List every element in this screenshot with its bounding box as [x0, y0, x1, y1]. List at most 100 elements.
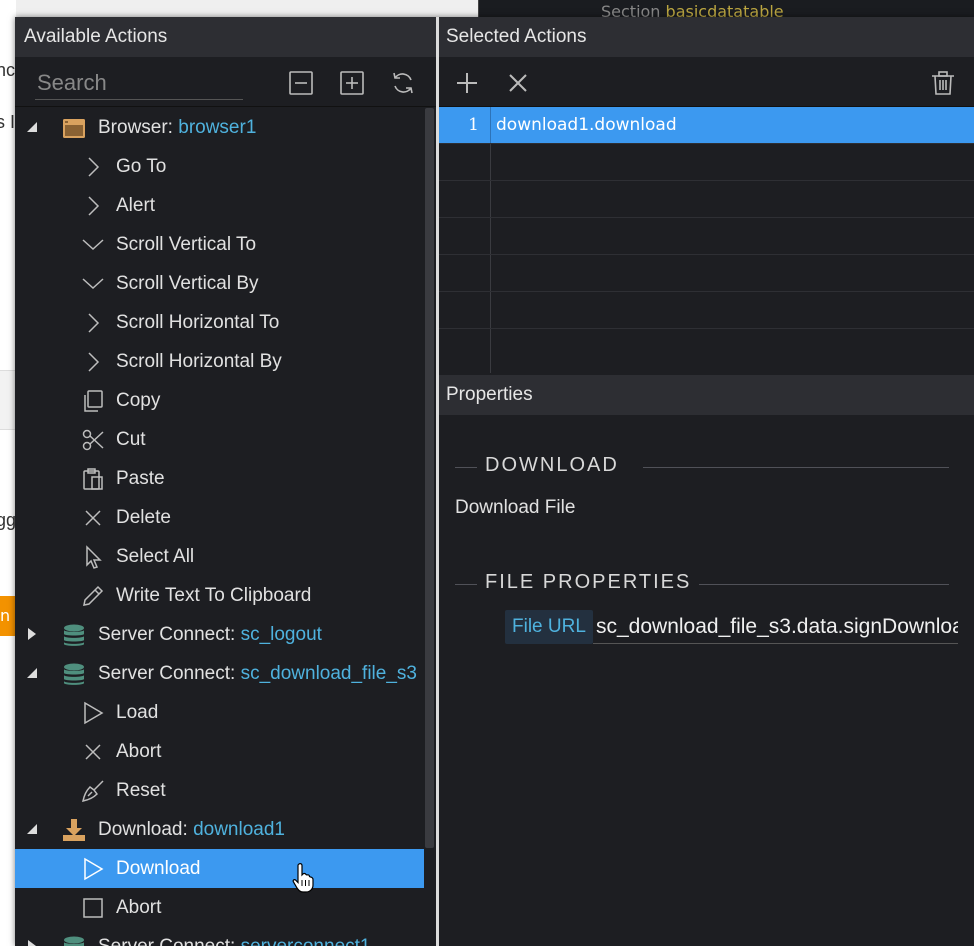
tree-item-cut[interactable]: Cut — [15, 420, 424, 459]
tree-item-label: Delete — [116, 506, 171, 528]
pencil-icon — [80, 583, 106, 609]
plus-icon[interactable] — [453, 69, 481, 97]
table-row — [439, 292, 974, 329]
selected-actions-table: 1 download1.download — [439, 107, 974, 373]
tree-item-reset[interactable]: Reset — [15, 771, 424, 810]
tree-group-sc-logout[interactable]: Server Connect: sc_logout — [15, 615, 424, 654]
chevron-right-icon — [80, 310, 106, 336]
tree-item-copy[interactable]: Copy — [15, 381, 424, 420]
database-icon — [61, 661, 87, 687]
tree-item-scroll-horizontal-by[interactable]: Scroll Horizontal By — [15, 342, 424, 381]
tree-item-scroll-vertical-to[interactable]: Scroll Vertical To — [15, 225, 424, 264]
chevron-down-icon — [80, 271, 106, 297]
properties-title: Properties — [439, 375, 974, 415]
available-actions-title: Available Actions — [15, 17, 436, 57]
search-input[interactable]: Search — [35, 68, 243, 100]
tree-item-label: Reset — [116, 779, 166, 801]
chevron-right-icon — [80, 349, 106, 375]
tree-item-label: Scroll Horizontal By — [116, 350, 282, 372]
tree-item-write-text-to-clipboard[interactable]: Write Text To Clipboard — [15, 576, 424, 615]
x-icon — [80, 739, 106, 765]
paste-icon — [80, 466, 106, 492]
tree-group-label: Server Connect: serverconnect1 — [98, 935, 371, 946]
square-icon — [80, 895, 106, 921]
background-button: n — [0, 596, 16, 636]
tree-item-load[interactable]: Load — [15, 693, 424, 732]
tree-item-label: Cut — [116, 428, 146, 450]
tree-group-label: Server Connect: sc_download_file_s3 — [98, 662, 417, 684]
x-icon[interactable] — [504, 69, 532, 97]
file-url-input[interactable]: sc_download_file_s3.data.signDownloadUrl — [593, 610, 958, 644]
database-icon — [61, 622, 87, 648]
download-icon — [61, 817, 87, 843]
tree-item-label: Copy — [116, 389, 161, 411]
expanded-triangle-icon[interactable] — [25, 822, 39, 836]
scissors-icon — [80, 427, 106, 453]
broom-icon — [80, 778, 106, 804]
collapsed-triangle-icon[interactable] — [25, 627, 39, 641]
selected-actions-panel: Selected Actions 1 download1.download Pr… — [439, 17, 974, 946]
tree-group-label: Server Connect: sc_logout — [98, 623, 322, 645]
tree-group-browser[interactable]: Browser: browser1 — [15, 108, 424, 147]
tree-item-delete[interactable]: Delete — [15, 498, 424, 537]
tree-group-serverconnect1[interactable]: Server Connect: serverconnect1 — [15, 927, 424, 946]
selected-actions-title: Selected Actions — [439, 17, 974, 57]
refresh-icon[interactable] — [389, 69, 417, 97]
expanded-triangle-icon[interactable] — [25, 666, 39, 680]
collapse-all-icon[interactable] — [287, 69, 315, 97]
table-row[interactable]: 1 download1.download — [439, 107, 974, 144]
selected-actions-toolbar — [439, 57, 974, 107]
tree-item-abort[interactable]: Abort — [15, 732, 424, 771]
tree-item-abort[interactable]: Abort — [15, 888, 424, 927]
tree-item-label: Scroll Vertical To — [116, 233, 257, 255]
tree-group-sc-download-file-s3[interactable]: Server Connect: sc_download_file_s3 — [15, 654, 424, 693]
x-icon — [80, 505, 106, 531]
table-row — [439, 144, 974, 181]
table-row — [439, 218, 974, 255]
collapsed-triangle-icon[interactable] — [25, 939, 39, 946]
background-text: s I — [0, 112, 16, 132]
background-page: nc s I gg n — [0, 0, 16, 946]
tree-item-alert[interactable]: Alert — [15, 186, 424, 225]
database-icon — [61, 934, 87, 946]
trash-icon[interactable] — [929, 69, 957, 97]
chevron-right-icon — [80, 193, 106, 219]
background-section-text: Section basicdatatable — [601, 2, 784, 18]
section-download: DOWNLOAD — [455, 454, 949, 482]
expand-all-icon[interactable] — [338, 69, 366, 97]
section-file-properties: FILE PROPERTIES — [455, 571, 949, 599]
file-url-label[interactable]: File URL — [505, 610, 593, 644]
copy-icon — [80, 388, 106, 414]
table-row — [439, 181, 974, 218]
tree-item-select-all[interactable]: Select All — [15, 537, 424, 576]
hand-cursor-icon — [292, 863, 314, 893]
tree-item-label: Abort — [116, 896, 162, 918]
tree-item-label: Paste — [116, 467, 165, 489]
tree-item-scroll-vertical-by[interactable]: Scroll Vertical By — [15, 264, 424, 303]
tree-item-go-to[interactable]: Go To — [15, 147, 424, 186]
tree-item-label: Abort — [116, 740, 162, 762]
tree-group-download1[interactable]: Download: download1 — [15, 810, 424, 849]
tree-item-paste[interactable]: Paste — [15, 459, 424, 498]
tree-group-label: Download: download1 — [98, 818, 285, 840]
chevron-right-icon — [80, 154, 106, 180]
table-row — [439, 329, 974, 373]
background-editor: Section basicdatatable — [478, 0, 974, 18]
row-action: download1.download — [496, 115, 677, 135]
tree-item-download[interactable]: Download — [15, 849, 424, 888]
expanded-triangle-icon[interactable] — [25, 120, 39, 134]
tree-item-label: Download — [116, 857, 201, 879]
action-picker-dialog: Available Actions Search Browser: browse… — [15, 17, 974, 946]
tree-item-label: Scroll Vertical By — [116, 272, 259, 294]
section-title: FILE PROPERTIES — [485, 571, 692, 593]
background-text: gg — [0, 510, 16, 530]
tree-item-label: Alert — [116, 194, 156, 216]
tree-item-label: Go To — [116, 155, 167, 177]
row-number: 1 — [439, 107, 491, 143]
play-icon — [80, 700, 106, 726]
actions-tree: Browser: browser1 Go To Alert Scroll Ver… — [15, 108, 424, 946]
tree-item-scroll-horizontal-to[interactable]: Scroll Horizontal To — [15, 303, 424, 342]
background-text: nc — [0, 60, 16, 80]
tree-item-label: Scroll Horizontal To — [116, 311, 280, 333]
tree-scrollbar[interactable] — [425, 108, 434, 848]
